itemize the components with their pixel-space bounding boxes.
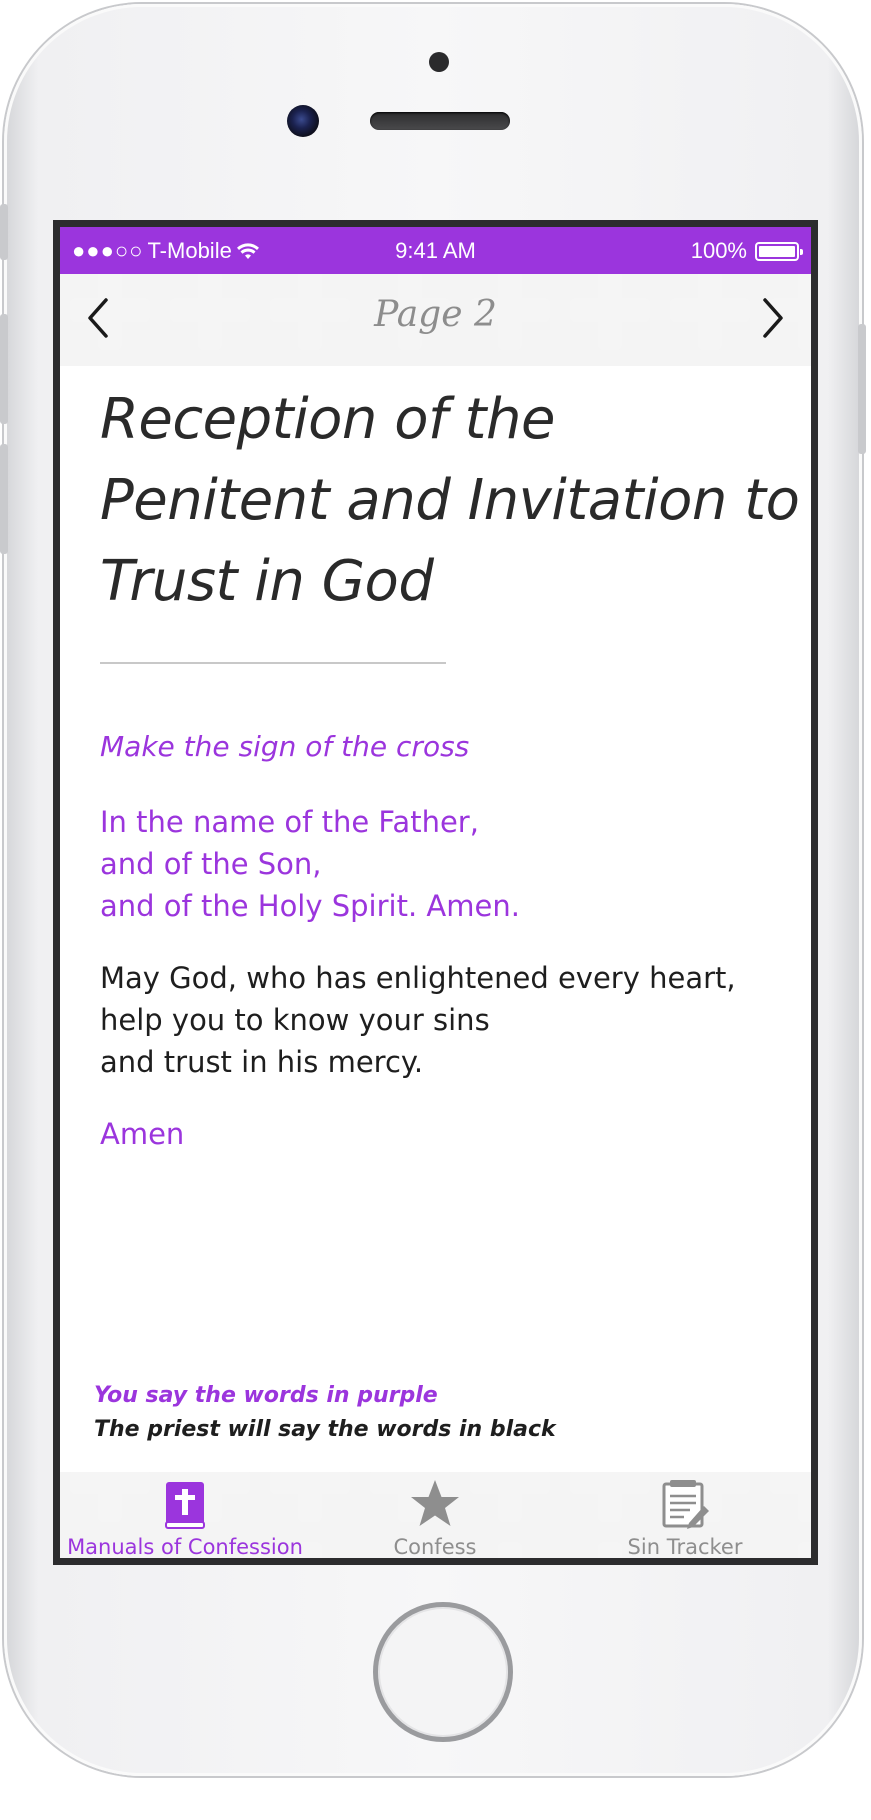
volume-up-button: [0, 314, 8, 424]
tab-label: Manuals of Confession: [67, 1535, 303, 1559]
power-button: [858, 324, 866, 454]
penitent-line: In the name of the Father,: [100, 805, 479, 839]
penitent-prayer: In the name of the Father, and of the So…: [100, 801, 780, 927]
notepad-pencil-icon: [662, 1480, 709, 1529]
tab-manuals-of-confession[interactable]: Manuals of Confession: [60, 1472, 310, 1559]
proximity-sensor: [429, 52, 449, 72]
app-screen: ●●●○○ T-Mobile 9:41 AM 100% Page 2 Recep…: [53, 220, 818, 1565]
priest-line: May God, who has enlightened every heart…: [100, 961, 736, 995]
earpiece-speaker: [370, 112, 510, 130]
instruction-text: Make the sign of the cross: [100, 730, 470, 763]
title-divider: [100, 662, 446, 664]
next-page-button[interactable]: [751, 296, 791, 340]
star-icon: [411, 1480, 459, 1526]
section-title-line: Reception of the: [100, 387, 555, 452]
chevron-right-icon: [763, 298, 783, 338]
battery-icon: [755, 241, 803, 261]
section-title-line: Trust in God: [100, 549, 434, 614]
penitent-line: and of the Son,: [100, 847, 322, 881]
priest-line: help you to know your sins: [100, 1003, 490, 1037]
bible-icon: [165, 1482, 205, 1529]
status-right: 100%: [690, 238, 803, 264]
page-content: Reception of the Penitent and Invitation…: [100, 367, 800, 1155]
front-camera: [287, 105, 319, 137]
response-line: Amen: [100, 1117, 185, 1151]
legend-black-text: The priest will say the words in black: [94, 1417, 556, 1442]
page-number-title: Page 2: [374, 294, 497, 335]
section-title: Reception of the Penitent and Invitation…: [100, 367, 800, 622]
tab-confess[interactable]: Confess: [310, 1472, 560, 1559]
home-button[interactable]: [373, 1602, 513, 1742]
page-navigation-bar: Page 2: [60, 274, 811, 366]
mute-switch: [0, 204, 8, 260]
status-bar: ●●●○○ T-Mobile 9:41 AM 100%: [60, 227, 811, 274]
battery-percent: 100%: [690, 238, 747, 263]
tab-label: Sin Tracker: [627, 1535, 743, 1559]
penitent-line: and of the Holy Spirit. Amen.: [100, 889, 520, 923]
tab-label: Confess: [393, 1535, 477, 1559]
tab-bar: Manuals of Confession Confess Sin Tracke…: [60, 1472, 811, 1559]
priest-prayer: May God, who has enlightened every heart…: [100, 957, 780, 1083]
legend-purple-text: You say the words in purple: [94, 1383, 438, 1408]
section-title-line: Penitent and Invitation to: [100, 468, 800, 533]
tab-sin-tracker[interactable]: Sin Tracker: [560, 1472, 810, 1559]
volume-down-button: [0, 444, 8, 554]
penitent-response: Amen: [100, 1113, 780, 1155]
color-legend: You say the words in purple The priest w…: [94, 1379, 556, 1447]
priest-line: and trust in his mercy.: [100, 1045, 424, 1079]
